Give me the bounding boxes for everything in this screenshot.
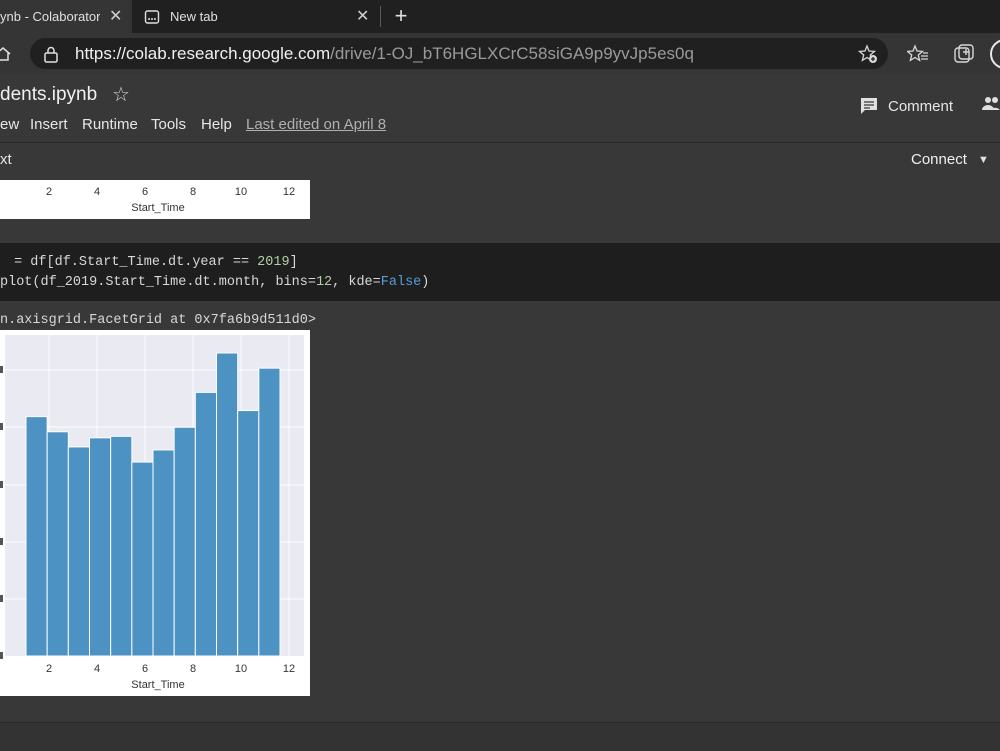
- histogram-bar: [46, 431, 69, 657]
- histogram-bar: [237, 410, 260, 657]
- x-tick-label: 10: [235, 186, 247, 198]
- x-tick-label: 4: [94, 186, 100, 198]
- histogram-bar: [89, 437, 112, 657]
- code-number: 2019: [257, 255, 290, 270]
- new-tab-page-icon: [144, 9, 160, 24]
- y-tick-label-partial: [0, 652, 3, 659]
- chart-output: 2 4 6 8 10 12 Start_Time: [0, 330, 310, 696]
- histogram-bar: [67, 446, 91, 657]
- x-tick-label: 2: [46, 186, 52, 198]
- comment-icon: [861, 98, 877, 114]
- lock-icon[interactable]: [43, 45, 59, 63]
- menu-view[interactable]: ew: [0, 116, 19, 133]
- y-tick-label-partial: [0, 423, 3, 430]
- x-tick-label: 2: [46, 663, 52, 675]
- url-path: /drive/1-OJ_bT6HGLXCrC58siGA9p9yvJp5es0q: [330, 44, 694, 63]
- y-tick-label-partial: [0, 595, 3, 602]
- code-line-1: = df[df.Start_Time.dt.year == 2019]: [6, 255, 298, 270]
- comment-button[interactable]: Comment: [860, 97, 953, 115]
- code-text: plot(df_2019.Start_Time.dt.month, bins=: [0, 275, 316, 290]
- notebook-toolbar: [0, 142, 1000, 181]
- tab-colab[interactable]: ynb - Colaborator ✕: [0, 0, 132, 33]
- x-tick-label: 6: [142, 663, 148, 675]
- menu-help[interactable]: Help: [201, 116, 232, 133]
- code-line-2: plot(df_2019.Start_Time.dt.month, bins=1…: [0, 275, 429, 290]
- x-tick-label: 4: [94, 663, 100, 675]
- url-host: https://colab.research.google.com: [75, 44, 331, 63]
- code-keyword: False: [380, 275, 422, 290]
- favorites-icon[interactable]: [907, 44, 929, 64]
- profile-avatar-icon[interactable]: [989, 38, 1000, 70]
- collections-icon[interactable]: [953, 43, 975, 65]
- code-cell[interactable]: = df[df.Start_Time.dt.year == 2019] plot…: [0, 243, 1000, 301]
- add-text-button[interactable]: xt: [0, 151, 12, 168]
- new-tab-button[interactable]: +: [389, 3, 413, 29]
- histogram-bar: [216, 352, 239, 657]
- tab-new-tab-label: New tab: [170, 9, 218, 24]
- tab-colab-label: ynb - Colaborator: [0, 9, 101, 24]
- connect-button[interactable]: Connect: [911, 151, 967, 168]
- code-number: 12: [315, 275, 333, 290]
- tab-new-tab[interactable]: New tab ✕: [134, 0, 378, 33]
- notebook-title[interactable]: dents.ipynb: [0, 84, 97, 106]
- star-icon[interactable]: ☆: [112, 82, 130, 107]
- x-tick-label: 6: [142, 186, 148, 198]
- code-text: = df[df.Start_Time.dt.year ==: [6, 255, 258, 270]
- histogram-bar: [173, 426, 196, 657]
- x-tick-label: 10: [235, 663, 247, 675]
- menu-runtime[interactable]: Runtime: [82, 116, 138, 133]
- x-tick-label: 12: [283, 663, 295, 675]
- histogram-bar: [25, 416, 48, 657]
- chevron-down-icon[interactable]: ▼: [978, 154, 989, 166]
- x-tick-label: 8: [190, 186, 196, 198]
- y-tick-label-partial: [0, 481, 3, 488]
- status-bar: [0, 722, 1000, 751]
- histogram-partial: 2 4 6 8 10 12 Start_Time: [46, 186, 295, 214]
- histogram-bar: [110, 435, 133, 657]
- x-axis-label: Start_Time: [131, 679, 184, 691]
- x-tick-label: 8: [190, 663, 196, 675]
- histogram-bar: [152, 449, 175, 657]
- code-text: ]: [289, 255, 298, 270]
- colab-header: [0, 74, 1000, 142]
- comment-label: Comment: [888, 97, 954, 115]
- close-icon[interactable]: ✕: [356, 6, 369, 26]
- x-tick-label: 12: [283, 186, 295, 198]
- cell-output-text: n.axisgrid.FacetGrid at 0x7fa6b9d511d0>: [0, 313, 316, 328]
- histogram-chart: 2 4 6 8 10 12 Start_Time: [0, 335, 304, 691]
- url-text[interactable]: https://colab.research.google.com/drive/…: [75, 44, 694, 64]
- menu-insert[interactable]: Insert: [30, 116, 68, 133]
- menu-tools[interactable]: Tools: [151, 116, 186, 133]
- x-axis-label: Start_Time: [131, 202, 184, 214]
- histogram-bar: [258, 367, 281, 657]
- last-edited-link[interactable]: Last edited on April 8: [246, 116, 386, 133]
- chart-output-top: 2 4 6 8 10 12 Start_Time: [0, 180, 310, 219]
- code-text: ): [421, 275, 430, 290]
- people-icon[interactable]: [982, 96, 1000, 112]
- add-favorite-icon[interactable]: [858, 44, 878, 64]
- code-text: , kde=: [332, 275, 381, 290]
- histogram-bar: [194, 391, 217, 657]
- home-icon[interactable]: [0, 45, 12, 63]
- histogram-bar: [131, 461, 154, 657]
- y-tick-label-partial: [0, 538, 3, 545]
- tab-divider: [380, 6, 381, 27]
- y-tick-label-partial: [0, 366, 3, 373]
- close-icon[interactable]: ✕: [109, 6, 122, 26]
